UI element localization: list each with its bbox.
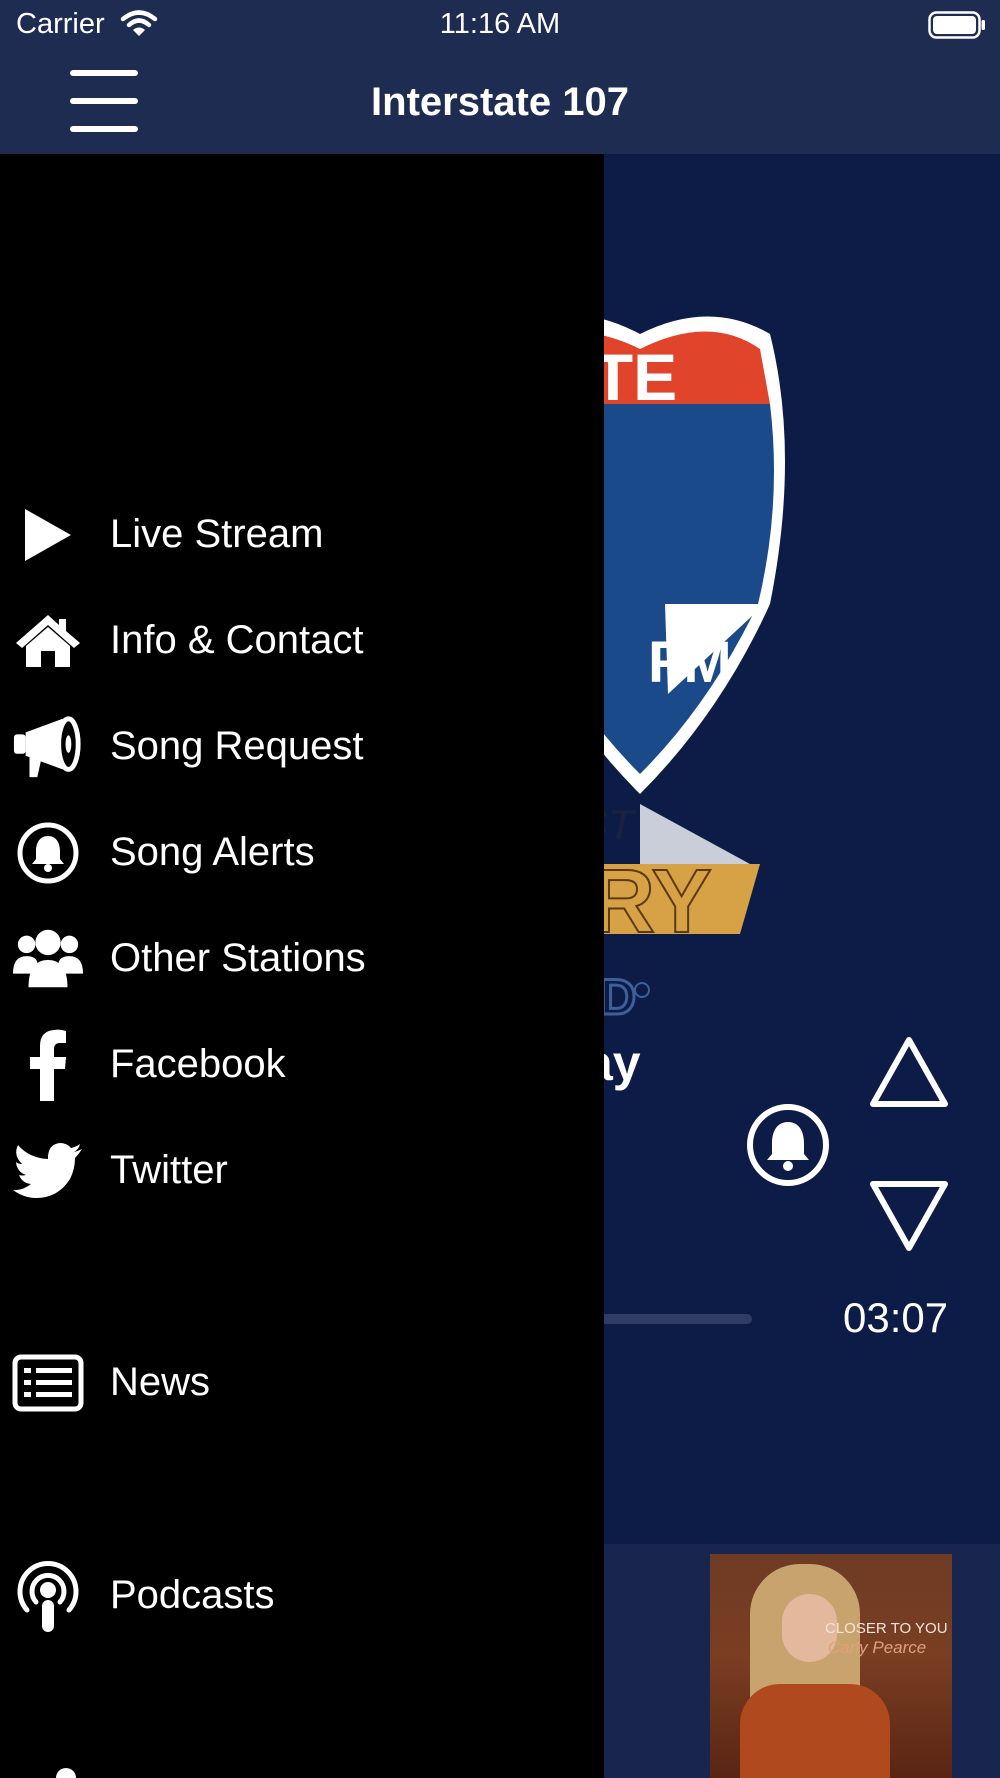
menu-item-label: Facebook	[110, 1042, 286, 1086]
thumbs-down-button[interactable]	[868, 1178, 950, 1259]
album-art[interactable]: CLOSER TO YOU Carly Pearce	[710, 1554, 952, 1778]
progress-bar[interactable]	[600, 1314, 752, 1324]
logo-trademark-text: D	[600, 969, 636, 1025]
menu-item-podcasts[interactable]: Podcasts	[0, 1551, 604, 1641]
facebook-icon	[12, 1029, 84, 1101]
menu-item-label: Other Stations	[110, 936, 366, 980]
menu-item-label: Info & Contact	[110, 618, 364, 662]
menu-item-info-contact[interactable]: Info & Contact	[0, 596, 604, 686]
menu-item-song-alerts[interactable]: Song Alerts	[0, 808, 604, 898]
menu-item-facebook[interactable]: Facebook	[0, 1020, 604, 1110]
battery-icon	[928, 11, 986, 44]
menu-item-twitter[interactable]: Twitter	[0, 1126, 604, 1216]
triangle-up-icon	[870, 1037, 948, 1107]
menu-item-label: Live Stream	[110, 512, 324, 556]
news-icon	[12, 1352, 84, 1414]
logo-fm-text: FM	[648, 630, 732, 695]
twitter-icon	[12, 1140, 84, 1202]
menu-item-label: Twitter	[110, 1148, 228, 1192]
nav-bar: Interstate 107	[0, 50, 1000, 154]
thumbs-up-button[interactable]	[868, 1034, 950, 1115]
time-remaining: 03:07	[843, 1294, 949, 1341]
more-menu-hint	[56, 1768, 76, 1778]
triangle-down-icon	[870, 1181, 948, 1251]
home-icon	[12, 610, 84, 672]
menu-item-other-stations[interactable]: Other Stations	[0, 914, 604, 1004]
side-drawer: Live Stream Info & Contact Song Request	[0, 154, 604, 1778]
bell-icon	[747, 1104, 829, 1186]
menu-item-news[interactable]: News	[0, 1338, 604, 1428]
logo-genre-text: RY	[590, 852, 712, 952]
album-title: CLOSER TO YOU	[825, 1620, 948, 1637]
play-icon	[12, 504, 84, 566]
album-artist: Carly Pearce	[828, 1638, 927, 1657]
menu-item-label: Podcasts	[110, 1573, 275, 1617]
page-title: Interstate 107	[371, 80, 629, 124]
menu-item-song-request[interactable]: Song Request	[0, 702, 604, 792]
megaphone-icon	[12, 716, 84, 778]
menu-item-label: News	[110, 1360, 211, 1404]
menu-item-label: Song Request	[110, 724, 364, 768]
users-icon	[12, 928, 84, 990]
song-alert-button[interactable]	[745, 1102, 831, 1193]
status-time: 11:16 AM	[439, 8, 561, 40]
bell-icon	[12, 822, 84, 884]
podcast-icon	[12, 1560, 84, 1632]
status-bar: Carrier 11:16 AM	[0, 0, 1000, 50]
menu-item-live-stream[interactable]: Live Stream	[0, 490, 604, 580]
menu-item-label: Song Alerts	[110, 830, 315, 874]
